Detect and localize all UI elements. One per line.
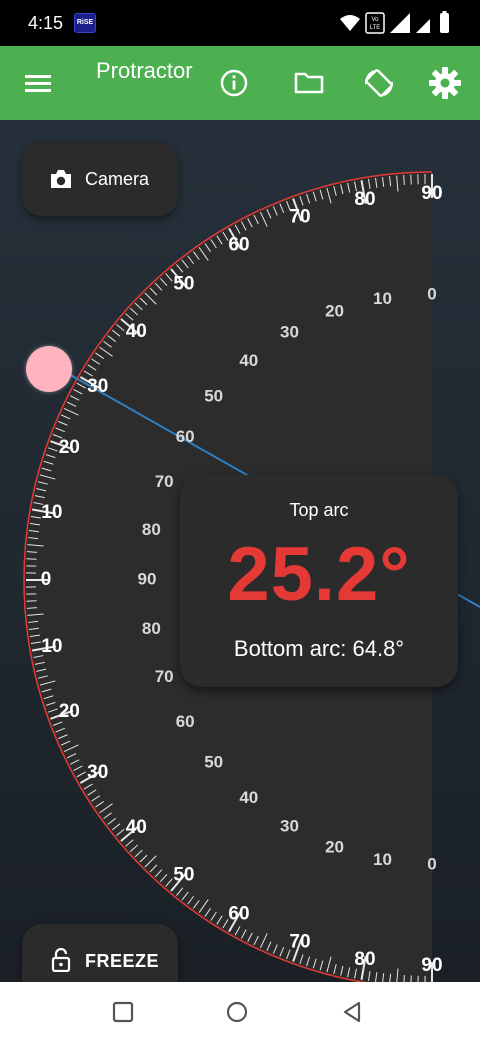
inner-scale-label: 30 bbox=[280, 816, 299, 835]
freeze-button[interactable]: FREEZE bbox=[22, 924, 178, 982]
inner-scale-label: 50 bbox=[204, 386, 223, 405]
inner-scale-label: 0 bbox=[427, 284, 436, 303]
volte-icon: Vo LTE bbox=[365, 12, 385, 34]
outer-scale-label: 30 bbox=[87, 376, 108, 397]
outer-scale-label: 90 bbox=[421, 183, 442, 204]
inner-scale-label: 60 bbox=[176, 712, 195, 731]
outer-scale-label: 50 bbox=[173, 273, 194, 294]
signal-icon bbox=[390, 13, 430, 33]
folder-icon[interactable] bbox=[290, 64, 328, 102]
inner-scale-label: 60 bbox=[176, 427, 195, 446]
readout-label: Top arc bbox=[289, 500, 349, 520]
outer-scale-label: 70 bbox=[289, 932, 310, 953]
inner-scale-label: 10 bbox=[373, 850, 392, 869]
inner-scale-label: 90 bbox=[138, 569, 157, 588]
protractor-tick bbox=[26, 607, 37, 609]
outer-scale-label: 80 bbox=[354, 189, 375, 210]
outer-scale-label: 20 bbox=[59, 437, 80, 458]
outer-scale-label: 40 bbox=[126, 321, 147, 342]
svg-text:Vo: Vo bbox=[371, 17, 379, 23]
navigation-bar bbox=[0, 982, 480, 1041]
inner-scale-label: 30 bbox=[280, 323, 299, 342]
inner-scale-label: 70 bbox=[155, 667, 174, 686]
camera-button[interactable]: Camera bbox=[22, 142, 178, 216]
status-bar: 4:15 RiSE Vo LTE bbox=[0, 0, 480, 46]
inner-scale-label: 10 bbox=[373, 289, 392, 308]
camera-icon bbox=[51, 170, 71, 188]
outer-scale-label: 80 bbox=[354, 949, 375, 970]
home-button[interactable] bbox=[224, 999, 250, 1025]
outer-scale-label: 90 bbox=[421, 955, 442, 976]
inner-scale-label: 0 bbox=[427, 854, 436, 873]
battery-icon bbox=[440, 11, 449, 33]
inner-scale-label: 50 bbox=[204, 753, 223, 772]
outer-scale-label: 60 bbox=[228, 903, 249, 924]
outer-scale-label: 0 bbox=[41, 569, 52, 590]
angle-drag-handle[interactable] bbox=[26, 346, 72, 392]
protractor-tick bbox=[26, 551, 37, 553]
camera-button-label: Camera bbox=[85, 169, 150, 189]
protractor-tick bbox=[26, 600, 37, 602]
wifi-icon bbox=[340, 15, 360, 31]
settings-icon[interactable] bbox=[426, 64, 464, 102]
back-button[interactable] bbox=[339, 999, 365, 1025]
recents-button[interactable] bbox=[110, 999, 136, 1025]
outer-scale-label: 70 bbox=[289, 206, 310, 227]
outer-scale-label: 30 bbox=[87, 762, 108, 783]
info-icon[interactable] bbox=[215, 64, 253, 102]
protractor-tick bbox=[26, 558, 37, 560]
inner-scale-label: 20 bbox=[325, 302, 344, 321]
inner-scale-label: 70 bbox=[155, 472, 174, 491]
outer-scale-label: 20 bbox=[59, 701, 80, 722]
menu-icon[interactable] bbox=[19, 64, 57, 102]
outer-scale-label: 60 bbox=[228, 235, 249, 256]
inner-scale-label: 20 bbox=[325, 837, 344, 856]
carrier-badge: RiSE bbox=[74, 13, 96, 33]
outer-scale-label: 10 bbox=[41, 636, 62, 657]
freeze-button-label: FREEZE bbox=[85, 951, 160, 971]
readout-bottom-arc: Bottom arc: 64.8° bbox=[233, 636, 405, 661]
protractor-tick bbox=[403, 174, 405, 185]
angle-readout-card: Top arc 25.2° Bottom arc: 64.8° bbox=[180, 475, 458, 687]
outer-scale-label: 40 bbox=[126, 817, 147, 838]
protractor-tick bbox=[410, 174, 412, 185]
status-time: 4:15 bbox=[28, 13, 64, 33]
inner-scale-label: 40 bbox=[239, 788, 258, 807]
inner-scale-label: 80 bbox=[142, 619, 161, 638]
screen-rotation-icon[interactable] bbox=[360, 64, 398, 102]
outer-scale-label: 50 bbox=[173, 865, 194, 886]
app-title: Protractor bbox=[96, 58, 193, 83]
svg-text:LTE: LTE bbox=[370, 25, 381, 31]
outer-scale-label: 10 bbox=[41, 502, 62, 523]
inner-scale-label: 40 bbox=[239, 351, 258, 370]
readout-angle-value: 25.2° bbox=[227, 532, 411, 617]
inner-scale-label: 80 bbox=[142, 520, 161, 539]
app-bar: Protractor bbox=[0, 46, 480, 120]
protractor-view[interactable]: 90 80 70 60 50 40 30 20 10 0 10 20 30 40 50 60 70 80 90 0 1… bbox=[0, 120, 480, 982]
lock-open-icon bbox=[51, 948, 71, 972]
